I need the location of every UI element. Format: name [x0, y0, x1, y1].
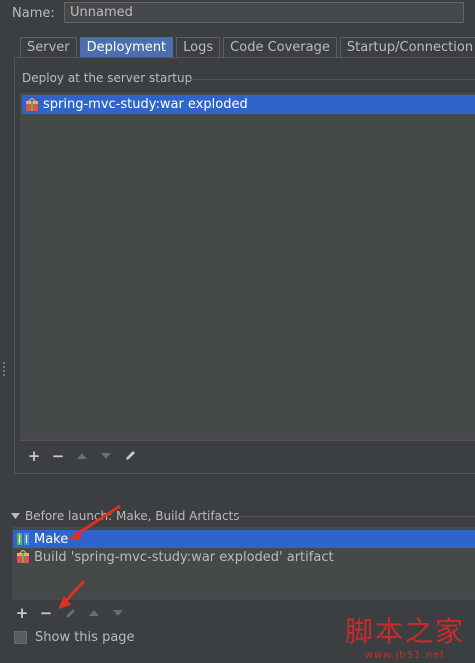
deploy-artifact-list[interactable]: spring-mvc-study:war exploded [20, 93, 475, 440]
move-down-icon[interactable] [110, 605, 126, 621]
deploy-group-title: Deploy at the server startup [22, 71, 193, 85]
show-page-checkbox-row[interactable]: Show this page [14, 630, 135, 645]
tab-logs[interactable]: Logs [176, 37, 221, 57]
move-down-icon[interactable] [98, 448, 114, 464]
add-icon[interactable]: + [14, 604, 30, 622]
make-icon [17, 533, 29, 545]
list-item-label: spring-mvc-study:war exploded [43, 97, 248, 112]
group-separator [190, 79, 475, 80]
splitter-grip-icon[interactable] [2, 362, 6, 376]
tab-code-coverage[interactable]: Code Coverage [223, 37, 337, 57]
list-item-label: Build 'spring-mvc-study:war exploded' ar… [34, 549, 334, 565]
deploy-toolbar: + − [20, 440, 475, 470]
watermark-url: www.jb51.net [364, 650, 446, 661]
tab-bar: Server Deployment Logs Code Coverage Sta… [20, 37, 475, 57]
name-label: Name: [12, 6, 55, 21]
tab-server[interactable]: Server [20, 37, 77, 57]
annotation-arrow-icon [68, 504, 121, 540]
list-item[interactable]: Build 'spring-mvc-study:war exploded' ar… [13, 548, 475, 566]
tab-deployment[interactable]: Deployment [79, 37, 174, 57]
remove-icon[interactable]: − [50, 447, 66, 465]
watermark-main: 脚本之家 [345, 615, 466, 648]
before-launch-title: Before launch: Make, Build Artifacts [25, 509, 240, 523]
artifact-icon [26, 97, 38, 111]
show-page-checkbox[interactable] [14, 631, 27, 644]
collapse-triangle-icon [11, 512, 20, 519]
group-separator [233, 516, 475, 517]
tab-startup-connection[interactable]: Startup/Connection [339, 37, 475, 57]
annotation-arrow-icon [58, 579, 86, 609]
artifact-icon [17, 550, 29, 563]
watermark-logo: 脚本之家 www.jb51.net [345, 610, 465, 661]
name-input[interactable] [64, 2, 464, 23]
list-item[interactable]: spring-mvc-study:war exploded [22, 95, 475, 114]
edit-icon[interactable] [122, 448, 138, 464]
add-icon[interactable]: + [26, 447, 42, 465]
move-up-icon[interactable] [74, 448, 90, 464]
show-page-label: Show this page [35, 630, 135, 645]
